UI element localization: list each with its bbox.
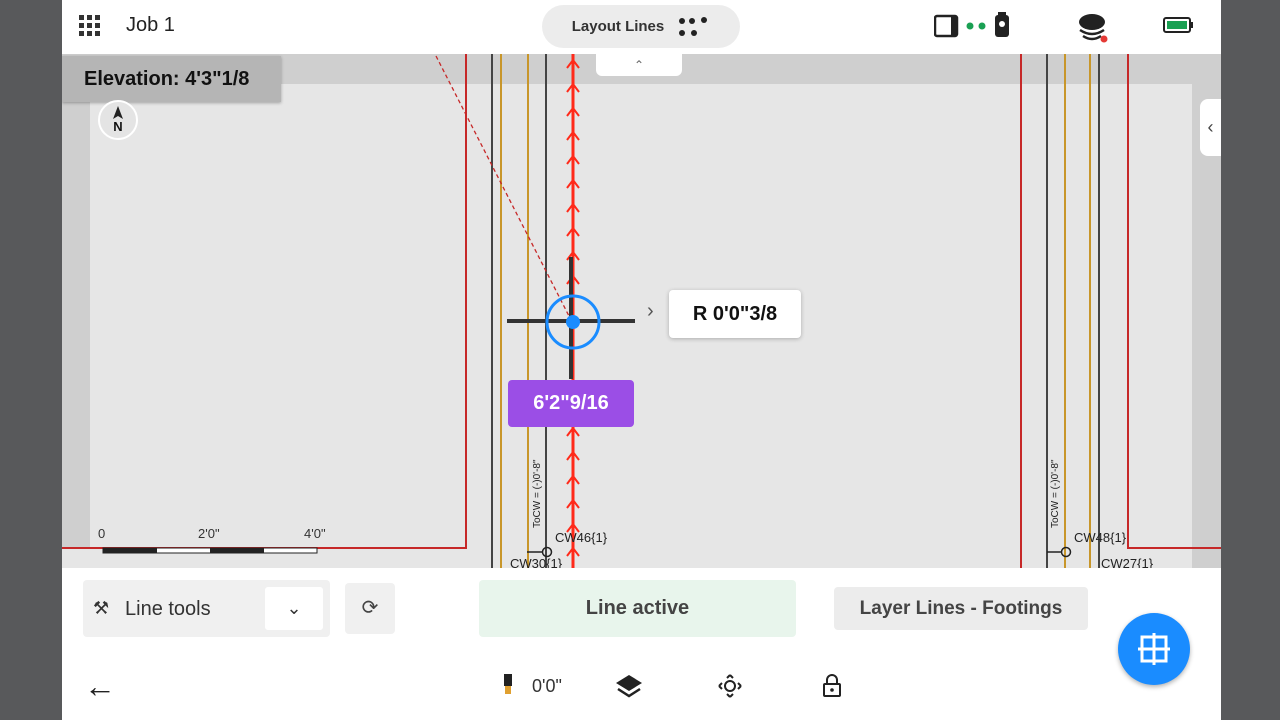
status-icons [933, 12, 1221, 49]
connection-dots-icon [966, 22, 986, 30]
scale-label: 0 [98, 526, 106, 541]
layout-map-canvas[interactable]: Elevation: 4'3"1/8 N ⌃ ‹ › R 0'0"3/8 6'2… [62, 54, 1221, 568]
point-label[interactable]: CW30{1} [510, 556, 562, 568]
collapse-panel-tab[interactable]: ⌃ [596, 54, 682, 76]
height-value: 0'0" [532, 676, 562, 696]
chevron-right-icon: › [647, 300, 654, 322]
distance-readout: 6'2"9/16 [508, 380, 634, 427]
scale-label: 2'0" [198, 526, 220, 541]
line-active-button[interactable]: Line active [479, 580, 796, 637]
total-station-icon[interactable] [995, 12, 1009, 37]
north-compass[interactable]: N [98, 100, 138, 140]
job-title: Job 1 [126, 14, 175, 36]
cloud-sync-icon[interactable] [1079, 14, 1108, 43]
plan-drawing [62, 54, 1221, 568]
layers-icon[interactable] [615, 674, 643, 700]
battery-icon [1163, 17, 1193, 33]
north-label: N [113, 119, 123, 134]
move-icon[interactable] [718, 674, 742, 698]
scale-bar [102, 547, 318, 554]
marker-height-icon[interactable] [501, 674, 515, 698]
refresh-button[interactable]: ⟳ [345, 583, 395, 634]
offset-readout: R 0'0"3/8 [669, 290, 801, 338]
app-window: Job 1 Layout Lines Elevation: 4'3"1/8 N … [62, 0, 1221, 720]
point-label[interactable]: CW46{1} [555, 530, 607, 545]
back-arrow-icon[interactable]: ← [84, 668, 116, 705]
layout-lines-mode-button[interactable]: Layout Lines [542, 5, 740, 48]
target-fab-button[interactable] [1118, 613, 1190, 685]
lock-icon[interactable] [822, 674, 842, 698]
mode-label: Layout Lines [571, 18, 665, 35]
top-bar: Job 1 Layout Lines [62, 0, 1221, 54]
side-panel-tab[interactable]: ‹ [1200, 99, 1221, 156]
line-tools-label: Line tools [125, 598, 211, 620]
tocw-label: ToCW = (-)0'-8" [532, 459, 543, 528]
refresh-icon: ⟳ [361, 597, 379, 619]
right-frame [1221, 0, 1280, 720]
chevron-down-icon[interactable]: ⌄ [265, 587, 323, 630]
layer-select-button[interactable]: Layer Lines - Footings [834, 587, 1088, 630]
chevron-left-icon: ‹ [1207, 117, 1214, 137]
dots-menu-icon [679, 16, 708, 36]
tablet-icon[interactable] [933, 14, 959, 38]
elevation-readout: Elevation: 4'3"1/8 [62, 56, 281, 102]
left-frame [0, 0, 62, 720]
bottom-toolbar: ⚒ Line tools ⌄ ⟳ Line active Layer Lines… [62, 568, 1221, 720]
line-tools-dropdown[interactable]: ⚒ Line tools ⌄ [83, 580, 330, 637]
scale-label: 4'0" [304, 526, 326, 541]
point-label[interactable]: CW27{1} [1101, 556, 1153, 568]
chevron-up-icon: ⌃ [633, 58, 645, 72]
tocw-label: ToCW = (-)0'-8" [1050, 459, 1061, 528]
apps-grid-icon[interactable] [79, 15, 101, 37]
tools-icon: ⚒ [93, 598, 110, 618]
crosshair-square-icon [1138, 633, 1170, 665]
point-label[interactable]: CW48{1} [1074, 530, 1126, 545]
